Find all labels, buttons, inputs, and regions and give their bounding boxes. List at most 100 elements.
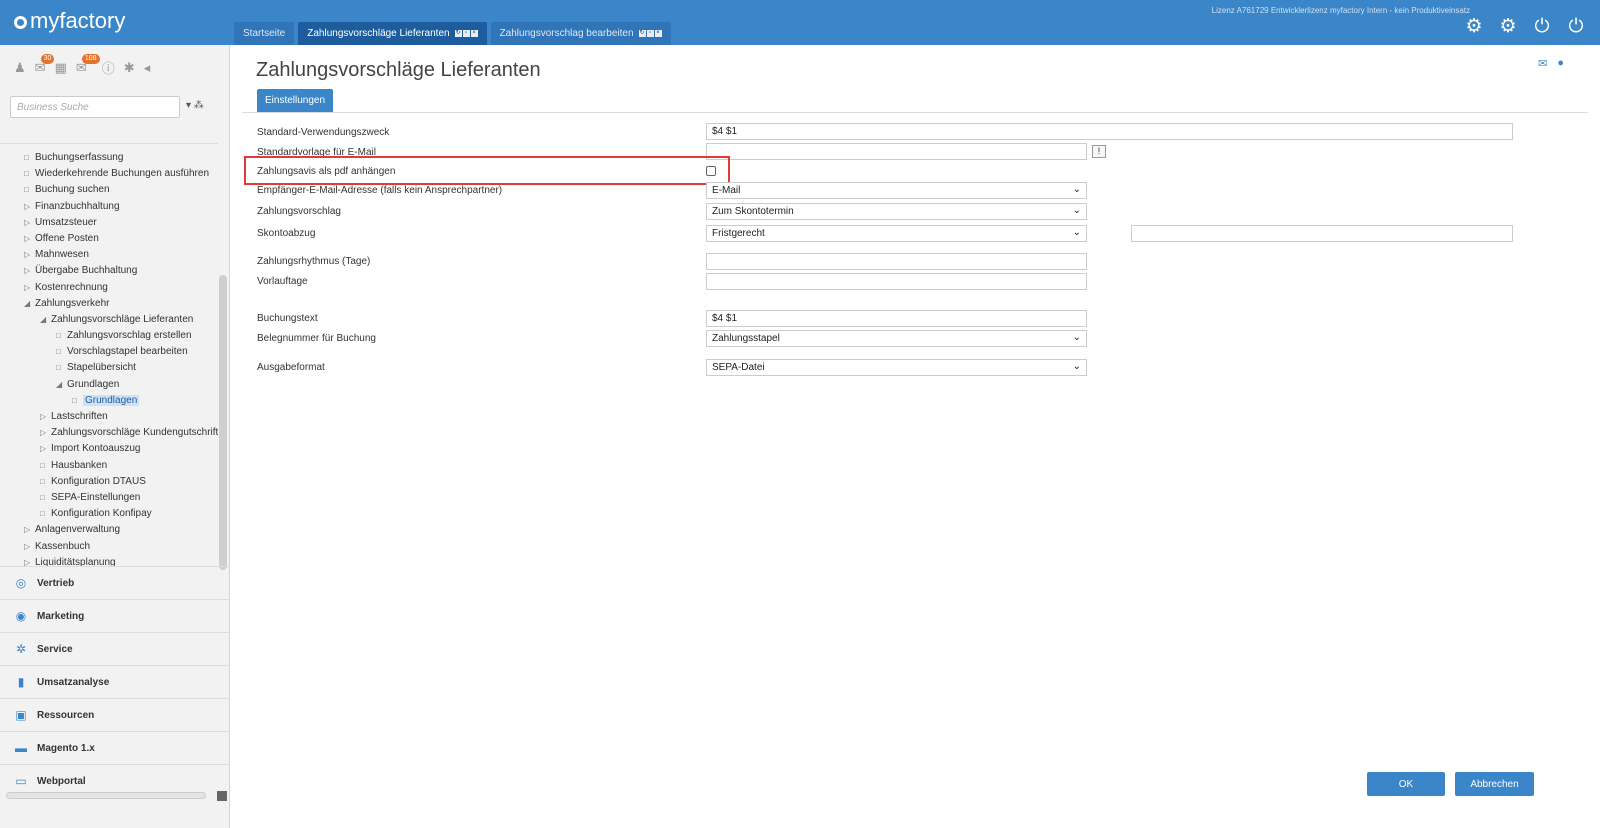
tab-close-icon[interactable]: ×	[654, 30, 662, 37]
tab-restore-icon[interactable]: ▫	[462, 30, 470, 37]
vorlage-lookup-button[interactable]: !	[1092, 145, 1106, 158]
gear-icon[interactable]: ⚙	[1464, 17, 1484, 37]
tree-item[interactable]: □ Konfiguration DTAUS	[0, 474, 218, 490]
tree-item[interactable]: ▷ Offene Posten	[0, 231, 218, 247]
page-icon: □	[56, 331, 61, 341]
sidebar-toolbar: ♟ ✉ 30 ▦ ✉ 108 ⓘ ✱ ◂	[14, 53, 151, 77]
tree-item[interactable]: □ Wiederkehrende Buchungen ausführen	[0, 166, 218, 182]
tree-item[interactable]: ◢ Grundlagen	[0, 377, 218, 393]
skontoabzug-select[interactable]: Fristgerecht ⌄	[706, 225, 1087, 242]
messages-icon[interactable]: ✉ 108	[76, 53, 100, 76]
tree-item[interactable]: □ Konfiguration Konfipay	[0, 506, 218, 522]
sidebar-horizontal-scrollbar[interactable]	[6, 792, 206, 799]
expand-icon: ▷	[24, 201, 31, 211]
sidebar-scrollbar[interactable]	[219, 275, 227, 570]
tree-item[interactable]: □ SEPA-Einstellungen	[0, 490, 218, 506]
license-text: Lizenz A761729 Entwicklerlizenz myfactor…	[1211, 6, 1470, 15]
tree-item[interactable]: □ Stapelübersicht	[0, 360, 218, 376]
logout-icon[interactable]: ⏻	[1566, 17, 1586, 37]
tree-item[interactable]: ▷ Umsatzsteuer	[0, 215, 218, 231]
module-label: Marketing	[37, 610, 85, 622]
collapse-icon[interactable]: ◂	[144, 60, 151, 76]
tree-item[interactable]: ▷ Mahnwesen	[0, 247, 218, 263]
business-search-input[interactable]: Business Suche	[10, 96, 180, 118]
buchungstext-input[interactable]: $4 $1	[706, 310, 1087, 327]
pin-icon[interactable]: ✱	[124, 60, 135, 76]
search-options-icon[interactable]: ▾ ⁂	[186, 100, 204, 111]
chevron-down-icon: ⌄	[1072, 205, 1081, 216]
top-icons: ⚙ ⚙ ⏻ ⏻	[1464, 17, 1586, 37]
skontoabzug-value: Fristgerecht	[712, 228, 765, 239]
messages-badge: 108	[81, 53, 100, 64]
tree-item[interactable]: ▷ Import Kontoauszug	[0, 441, 218, 457]
tree-item[interactable]: □ Vorschlagstapel bearbeiten	[0, 344, 218, 360]
tree-item[interactable]: □ Buchung suchen	[0, 182, 218, 198]
belegnummer-value: Zahlungsstapel	[712, 333, 780, 344]
module-vertrieb[interactable]: ◎ Vertrieb	[0, 566, 229, 599]
page-title: Zahlungsvorschläge Lieferanten	[256, 59, 541, 81]
module-marketing[interactable]: ◉ Marketing	[0, 599, 229, 632]
bell-icon[interactable]: ♟	[14, 60, 26, 76]
tab-close-icon[interactable]: ×	[470, 30, 478, 37]
tree-item[interactable]: □ Buchungserfassung	[0, 150, 218, 166]
mail-icon[interactable]: ✉	[1538, 57, 1547, 70]
page-icon: □	[72, 395, 77, 405]
tree-item[interactable]: ▷ Anlagenverwaltung	[0, 522, 218, 538]
ok-button[interactable]: OK	[1367, 772, 1445, 796]
tree-item[interactable]: ◢ Zahlungsverkehr	[0, 296, 218, 312]
tree-item[interactable]: ◢ Zahlungsvorschläge Lieferanten	[0, 312, 218, 328]
tab-zahlungsvorschlaege-lieferanten[interactable]: Zahlungsvorschläge Lieferanten ↻ ▫ ×	[298, 22, 487, 45]
expand-icon: ▷	[40, 428, 47, 438]
belegnummer-select[interactable]: Zahlungsstapel ⌄	[706, 330, 1087, 347]
module-label: Webportal	[37, 775, 86, 787]
chevron-down-icon: ⌄	[1072, 227, 1081, 238]
tree-item[interactable]: ▷ Kostenrechnung	[0, 280, 218, 296]
verwendungszweck-input[interactable]: $4 $1	[706, 123, 1513, 140]
zahlungsvorschlag-select[interactable]: Zum Skontotermin ⌄	[706, 203, 1087, 220]
tree-item[interactable]: ▷ Übergabe Buchhaltung	[0, 263, 218, 279]
tab-reload-icon[interactable]: ↻	[454, 30, 462, 37]
scroll-button[interactable]	[217, 791, 227, 801]
tree-item-label: Anlagenverwaltung	[35, 524, 121, 536]
module-magento-1-x[interactable]: ▬ Magento 1.x	[0, 731, 229, 764]
module-umsatzanalyse[interactable]: ▮ Umsatzanalyse	[0, 665, 229, 698]
tree-item[interactable]: □ Zahlungsvorschlag erstellen	[0, 328, 218, 344]
skonto-extra-input[interactable]	[1131, 225, 1513, 242]
tree-item[interactable]: □ Grundlagen	[0, 393, 218, 409]
vorlauftage-input[interactable]	[706, 273, 1087, 290]
settings-icon[interactable]: ⚙	[1498, 17, 1518, 37]
tab-restore-icon[interactable]: ▫	[646, 30, 654, 37]
module-service[interactable]: ✲ Service	[0, 632, 229, 665]
logo-icon	[14, 16, 27, 29]
tab-reload-icon[interactable]: ↻	[638, 30, 646, 37]
tree-item[interactable]: ▷ Zahlungsvorschläge Kundengutschrift	[0, 425, 218, 441]
expand-icon: ▷	[24, 282, 31, 292]
cancel-button[interactable]: Abbrechen	[1455, 772, 1534, 796]
tree-item[interactable]: ▷ Lastschriften	[0, 409, 218, 425]
expand-icon: ▷	[24, 233, 31, 243]
ausgabeformat-select[interactable]: SEPA-Datei ⌄	[706, 359, 1087, 376]
tree-item[interactable]: □ Hausbanken	[0, 458, 218, 474]
module-icon: ◉	[15, 609, 27, 623]
tab-einstellungen[interactable]: Einstellungen	[257, 89, 334, 112]
page-icon: □	[56, 363, 61, 373]
tree-item[interactable]: ▷ Kassenbuch	[0, 539, 218, 555]
tab-zahlungsvorschlag-bearbeiten[interactable]: Zahlungsvorschlag bearbeiten ↻ ▫ ×	[490, 22, 671, 45]
corner-icons: ✉ ●	[1538, 57, 1564, 70]
vorlage-email-input[interactable]	[706, 143, 1087, 160]
calendar-icon[interactable]: ▦	[55, 60, 67, 76]
info-icon[interactable]: ⓘ	[102, 58, 115, 77]
module-icon: ▣	[15, 708, 27, 722]
avis-pdf-checkbox[interactable]	[706, 166, 716, 176]
tab-startseite[interactable]: Startseite	[234, 22, 295, 45]
zahlungsvorschlag-value: Zum Skontotermin	[712, 206, 794, 217]
help-icon[interactable]: ●	[1557, 57, 1564, 70]
empfaenger-select[interactable]: E-Mail ⌄	[706, 182, 1087, 199]
power-icon[interactable]: ⏻	[1532, 17, 1552, 37]
rhythmus-input[interactable]	[706, 253, 1087, 270]
notifications-icon[interactable]: ✉ 30	[35, 53, 55, 76]
app-logo[interactable]: myfactory	[14, 8, 125, 34]
module-ressourcen[interactable]: ▣ Ressourcen	[0, 698, 229, 731]
tree-item[interactable]: ▷ Finanzbuchhaltung	[0, 199, 218, 215]
page-icon: □	[24, 185, 29, 195]
